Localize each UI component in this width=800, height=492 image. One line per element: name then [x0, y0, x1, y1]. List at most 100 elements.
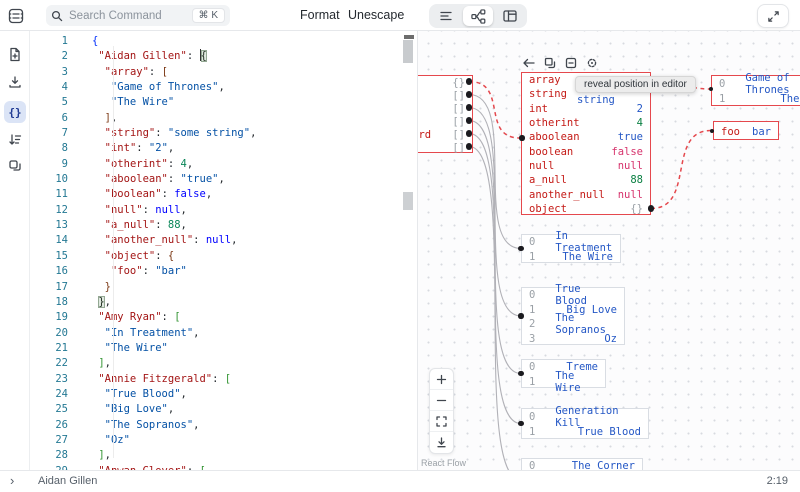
connection-handle [518, 421, 523, 426]
table-view-icon [503, 10, 517, 22]
format-button[interactable]: Format [300, 8, 340, 22]
editor-line: 16 "foo": "bar" [30, 264, 417, 279]
list-view-icon [439, 10, 453, 22]
line-number: 18 [30, 295, 68, 310]
amy-ryan-node[interactable]: 0In Treatment1The Wire [521, 234, 621, 263]
root-node[interactable]: Aidan Gillen{}Amy Ryan[]Annie Fitzgerald… [418, 75, 473, 153]
transform-button[interactable] [4, 129, 26, 151]
connection-handle [518, 313, 523, 318]
anwan-glover-node[interactable]: 0Treme1The Wire [521, 359, 606, 388]
node-row: 0True Blood [522, 288, 624, 303]
download-image-button[interactable] [430, 432, 453, 453]
editor-line: 11 "boolean": false, [30, 187, 417, 202]
node-row: Amy Ryan[] [418, 89, 472, 102]
node-row: booleanfalse [522, 144, 650, 158]
zoom-in-button[interactable] [430, 369, 453, 390]
connection-handle [518, 246, 523, 251]
flow-controls [429, 368, 454, 454]
fit-view-button[interactable] [430, 411, 453, 432]
node-row: Annie Fitzgerald[] [418, 102, 472, 115]
line-number: 4 [30, 80, 68, 95]
alexander-skarsgard-node[interactable]: 0Generation Kill1True Blood [521, 408, 649, 439]
editor-line: 22 ], [30, 356, 417, 371]
editor-line: 2 "Aidan Gillen": { [30, 49, 417, 64]
line-number: 26 [30, 418, 68, 433]
line-number: 12 [30, 203, 68, 218]
line-number: 6 [30, 111, 68, 126]
indent-guide [113, 46, 114, 458]
line-number: 28 [30, 448, 68, 463]
back-arrow-icon[interactable] [522, 56, 535, 69]
line-number: 27 [30, 433, 68, 448]
editor-line: 4 "Game of Thrones", [30, 80, 417, 95]
node-row: otherint4 [522, 116, 650, 130]
left-sidebar: {} [0, 31, 30, 470]
react-flow-attribution: React Flow [421, 458, 466, 468]
node-row: abooleantrue [522, 130, 650, 144]
json-code-editor[interactable]: 1{2 "Aidan Gillen": {3 "array": [4 "Game… [30, 31, 417, 470]
search-input[interactable]: Search Command ⌘ K [46, 5, 230, 26]
app-logo-icon[interactable] [6, 6, 26, 26]
foo-bar-node[interactable]: foobar [713, 121, 779, 140]
fullscreen-button[interactable] [757, 4, 789, 28]
node-row: a_null88 [522, 173, 650, 187]
download-button[interactable] [4, 71, 26, 93]
list-view-button[interactable] [431, 6, 461, 26]
alice-farmer-node[interactable]: 0The Corner [521, 458, 643, 470]
editor-line: 1{ [30, 34, 417, 49]
editor-line: 8 "int": "2", [30, 141, 417, 156]
node-row: [] [418, 141, 472, 154]
aidan-gillen-object-node[interactable]: arraystringsome stringint2otherint4abool… [521, 72, 651, 215]
aidan-array-node[interactable]: 0Game of Thrones1The Wire [711, 75, 800, 106]
editor-line: 19 "Amy Ryan": [ [30, 310, 417, 325]
sidebar-collapse-chevron[interactable]: › [10, 473, 14, 488]
node-row: 1True Blood [522, 425, 648, 441]
collapse-node-icon[interactable] [564, 56, 577, 69]
node-row: 2The Sopranos [522, 317, 624, 332]
editor-line: 9 "otherint": 4, [30, 157, 417, 172]
editor-line: 25 "Big Love", [30, 402, 417, 417]
connection-handle [648, 205, 655, 212]
sort-filter-icon [8, 133, 22, 147]
connection-handle [710, 129, 714, 133]
annie-fitzgerald-node[interactable]: 0True Blood1Big Love2The Sopranos3Oz [521, 287, 625, 345]
json-editor-tab[interactable]: {} [4, 101, 26, 123]
cascade-squares-icon [8, 159, 22, 173]
line-number: 2 [30, 49, 68, 64]
copy-node-icon[interactable] [543, 56, 556, 69]
line-number: 24 [30, 387, 68, 402]
copy-cascade-button[interactable] [4, 155, 26, 177]
editor-line: 18 }, [30, 295, 417, 310]
unescape-button[interactable]: Unescape [348, 8, 404, 22]
app-window: Search Command ⌘ K Format Unescape [0, 0, 800, 492]
search-shortcut-badge: ⌘ K [192, 8, 225, 23]
graph-view-button[interactable] [463, 6, 493, 26]
editor-line: 26 "The Sopranos", [30, 418, 417, 433]
node-row: nullnull [522, 159, 650, 173]
editor-line: 27 "Oz" [30, 433, 417, 448]
zoom-out-button[interactable] [430, 390, 453, 411]
editor-line: 23 "Annie Fitzgerald": [ [30, 372, 417, 387]
new-document-button[interactable] [4, 43, 26, 65]
table-view-button[interactable] [495, 6, 525, 26]
node-row: Anwan Glover[] [418, 115, 472, 128]
connection-handle [709, 87, 713, 91]
editor-line: 6 ], [30, 111, 417, 126]
focus-node-icon[interactable] [585, 56, 598, 69]
line-number: 9 [30, 157, 68, 172]
scrollbar-thumb[interactable] [403, 40, 413, 63]
line-number: 20 [30, 326, 68, 341]
line-number: 21 [30, 341, 68, 356]
line-number: 11 [30, 187, 68, 202]
graph-canvas[interactable]: Aidan Gillen{}Amy Ryan[]Annie Fitzgerald… [418, 31, 800, 470]
line-number: 14 [30, 233, 68, 248]
editor-line: 28 ], [30, 448, 417, 463]
top-bar: Search Command ⌘ K Format Unescape [0, 0, 800, 31]
line-number: 1 [30, 34, 68, 49]
editor-line: 13 "a_null": 88, [30, 218, 417, 233]
scrollbar-cursor-mark [404, 35, 414, 39]
node-row: object{} [522, 202, 650, 216]
line-number: 17 [30, 280, 68, 295]
line-number: 10 [30, 172, 68, 187]
editor-line: 24 "True Blood", [30, 387, 417, 402]
